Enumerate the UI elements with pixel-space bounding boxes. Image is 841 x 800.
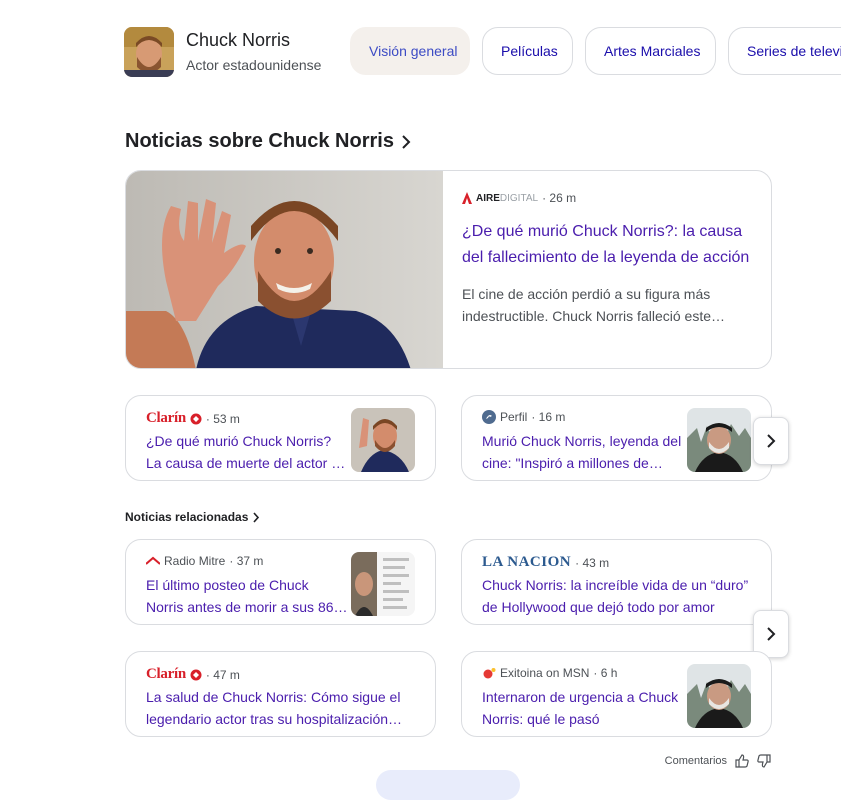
news-card-source: LA NACION · 43 m bbox=[482, 554, 609, 571]
news-card-title-line: La salud de Chuck Norris: Cómo sigue el bbox=[146, 689, 401, 705]
news-card-source: Perfil · 16 m bbox=[482, 410, 565, 424]
related-section-title[interactable]: Noticias relacionadas bbox=[125, 510, 260, 524]
news-card-title[interactable]: Chuck Norris: la increíble vida de un “d… bbox=[482, 574, 748, 618]
news-card-time: · 16 m bbox=[531, 410, 566, 424]
hero-source-bold: AIRE bbox=[476, 192, 500, 204]
entity-name[interactable]: Chuck Norris bbox=[186, 30, 290, 51]
news-card-source: Clarín · 47 m bbox=[146, 666, 240, 683]
news-card-title-line: Chuck Norris: la increíble vida de un “d… bbox=[482, 577, 749, 593]
news-card-title[interactable]: La salud de Chuck Norris: Cómo sigue el … bbox=[146, 686, 402, 730]
hero-news-image bbox=[126, 171, 443, 368]
news-card-thumbnail bbox=[687, 664, 751, 728]
news-card-thumbnail bbox=[351, 408, 415, 472]
news-card-title-line: ¿De qué murió Chuck Norris? bbox=[146, 433, 332, 449]
news-card-title-line: Internaron de urgencia a Chuck bbox=[482, 689, 679, 705]
related-news-card[interactable]: Exitoina on MSN · 6 h Internaron de urge… bbox=[461, 651, 772, 737]
news-card-title-line: cine: "Inspiró a millones de… bbox=[482, 455, 663, 471]
news-card-title-line: legendario actor tras su hospitalización… bbox=[146, 711, 403, 727]
hero-news-title[interactable]: ¿De qué murió Chuck Norris?: la causa de… bbox=[462, 219, 757, 271]
news-card-time: · 47 m bbox=[205, 667, 240, 682]
news-card-source: Clarín · 53 m bbox=[146, 410, 240, 427]
news-card-title-line: La causa de muerte del actor … bbox=[146, 455, 346, 471]
news-card-title-line: El último posteo de Chuck bbox=[146, 577, 309, 593]
related-news-card[interactable]: Radio Mitre · 37 m El último posteo de C… bbox=[125, 539, 436, 625]
hero-news-time: · 26 m bbox=[542, 191, 577, 205]
feedback-label[interactable]: Comentarios bbox=[665, 755, 727, 767]
news-card-time: · 43 m bbox=[575, 555, 610, 570]
thumbs-up-icon[interactable] bbox=[735, 754, 749, 768]
related-section-title-text: Noticias relacionadas bbox=[125, 510, 249, 524]
hero-news-snippet: El cine de acción perdió a su figura más… bbox=[462, 286, 725, 324]
news-card-source-name: Exitoina on MSN bbox=[500, 666, 590, 680]
news-card-title[interactable]: ¿De qué murió Chuck Norris? La causa de … bbox=[146, 430, 345, 474]
hero-news-card[interactable]: AIRE DIGITAL · 26 m ¿De qué murió Chuck N… bbox=[125, 170, 772, 369]
chevron-right-icon bbox=[253, 511, 260, 523]
exitoina-logo-icon bbox=[483, 668, 496, 679]
thumbs-down-icon[interactable] bbox=[757, 754, 771, 768]
news-card-source-name: Radio Mitre bbox=[164, 554, 226, 568]
news-card-title-line: Norris antes de morir a sus 86… bbox=[146, 599, 348, 615]
la-nacion-logo: LA NACION bbox=[482, 554, 572, 570]
news-card-source: Exitoina on MSN · 6 h bbox=[482, 666, 617, 680]
chip-martial-arts[interactable]: Artes Marciales bbox=[585, 27, 716, 75]
chevron-right-icon bbox=[767, 627, 776, 641]
chip-movies[interactable]: Películas bbox=[482, 27, 573, 75]
news-card-time: · 6 h bbox=[593, 666, 618, 680]
news-card-title[interactable]: El último posteo de Chuck Norris antes d… bbox=[146, 574, 348, 618]
news-card-source-name: Perfil bbox=[500, 410, 528, 424]
carousel-next-button[interactable] bbox=[753, 417, 789, 465]
news-card[interactable]: Perfil · 16 m Murió Chuck Norris, leyend… bbox=[461, 395, 772, 481]
news-card-title[interactable]: Internaron de urgencia a Chuck Norris: q… bbox=[482, 686, 678, 730]
hero-news-source: AIRE DIGITAL · 26 m bbox=[462, 191, 576, 205]
feedback-bar: Comentarios bbox=[665, 754, 771, 768]
clarin-logo: Clarín bbox=[146, 410, 186, 426]
chip-tv-series[interactable]: Series de televisión bbox=[728, 27, 841, 75]
news-card-title-line: Murió Chuck Norris, leyenda del bbox=[482, 433, 682, 449]
news-card-title-line: de Hollywood que dejó todo por amor bbox=[482, 599, 715, 615]
news-card-time: · 53 m bbox=[205, 411, 240, 426]
related-news-card[interactable]: Clarín · 47 m La salud de Chuck Norris: … bbox=[125, 651, 436, 737]
news-card-title-line: Norris: qué le pasó bbox=[482, 711, 600, 727]
aire-digital-logo-icon bbox=[462, 192, 472, 204]
news-section-title-text: Noticias sobre Chuck Norris bbox=[125, 130, 394, 152]
news-card-thumbnail bbox=[687, 408, 751, 472]
clarin-mark-icon bbox=[190, 669, 202, 680]
entity-thumbnail[interactable] bbox=[124, 27, 174, 77]
chip-overview[interactable]: Visión general bbox=[350, 27, 470, 75]
hero-source-light: DIGITAL bbox=[499, 192, 539, 204]
news-card-thumbnail bbox=[351, 552, 415, 616]
news-section-title[interactable]: Noticias sobre Chuck Norris bbox=[125, 130, 412, 153]
related-news-card[interactable]: LA NACION · 43 m Chuck Norris: la increí… bbox=[461, 539, 772, 625]
radio-mitre-logo-icon bbox=[146, 556, 160, 565]
chevron-right-icon bbox=[767, 434, 776, 448]
news-card-time: · 37 m bbox=[229, 554, 264, 568]
clarin-logo: Clarín bbox=[146, 666, 186, 682]
clarin-mark-icon bbox=[190, 413, 202, 424]
chevron-right-icon bbox=[402, 134, 411, 149]
news-card-title[interactable]: Murió Chuck Norris, leyenda del cine: "I… bbox=[482, 430, 681, 474]
perfil-logo-icon bbox=[482, 410, 496, 424]
news-card-source: Radio Mitre · 37 m bbox=[146, 554, 263, 568]
more-news-button[interactable] bbox=[376, 770, 520, 800]
news-card[interactable]: Clarín · 53 m ¿De qué murió Chuck Norris… bbox=[125, 395, 436, 481]
entity-description: Actor estadounidense bbox=[186, 57, 322, 73]
